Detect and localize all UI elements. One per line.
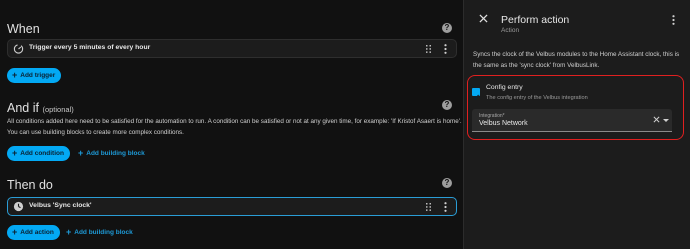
integration-select-label: Integration* xyxy=(479,113,505,119)
add-building-block-condition-button[interactable]: + Add building block xyxy=(78,146,145,161)
more-vert-icon[interactable] xyxy=(444,202,447,212)
thendo-help-icon[interactable]: ? xyxy=(442,178,452,188)
trigger-label: Trigger every 5 minutes of every hour xyxy=(29,44,151,51)
andif-help-icon[interactable]: ? xyxy=(442,100,452,110)
panel-title: Perform action xyxy=(501,14,570,26)
more-vert-icon[interactable] xyxy=(672,15,675,25)
timer-icon xyxy=(13,44,24,54)
add-action-button[interactable]: + Add action xyxy=(7,225,60,240)
trigger-card[interactable]: Trigger every 5 minutes of every hour xyxy=(7,39,457,58)
close-icon[interactable] xyxy=(479,14,488,23)
check-icon xyxy=(473,94,480,100)
plus-icon: + xyxy=(66,227,72,237)
config-entry-label: Config entry xyxy=(486,84,523,91)
plus-icon: + xyxy=(12,227,18,237)
automation-editor: When ? Trigger every 5 minutes of every … xyxy=(0,0,463,249)
action-label: Velbus 'Sync clock' xyxy=(29,202,92,209)
action-card[interactable]: Velbus 'Sync clock' xyxy=(7,197,457,216)
clear-icon[interactable] xyxy=(653,116,660,123)
add-condition-button[interactable]: + Add condition xyxy=(7,146,70,161)
panel-description: Syncs the clock of the Velbus modules to… xyxy=(473,51,680,69)
andif-heading: And if (optional) xyxy=(7,101,74,115)
when-heading: When xyxy=(7,22,40,36)
plus-icon: + xyxy=(12,70,18,80)
drag-handle-icon[interactable] xyxy=(426,45,432,53)
panel-subtitle: Action xyxy=(501,27,520,34)
conditions-description: All conditions added here need to be sat… xyxy=(7,118,462,136)
clock-icon xyxy=(13,201,24,212)
config-entry-checkbox[interactable] xyxy=(472,88,480,100)
add-trigger-button[interactable]: + Add trigger xyxy=(7,68,62,83)
plus-icon: + xyxy=(78,148,84,158)
when-help-icon[interactable]: ? xyxy=(442,23,452,33)
thendo-heading: Then do xyxy=(7,178,53,192)
add-building-block-action-button[interactable]: + Add building block xyxy=(66,225,133,240)
integration-select-value: Velbus Network xyxy=(479,120,528,127)
plus-icon: + xyxy=(12,148,18,158)
chevron-down-icon[interactable] xyxy=(663,119,669,122)
integration-select[interactable]: Integration* Velbus Network xyxy=(472,109,672,132)
drag-handle-icon[interactable] xyxy=(426,203,432,211)
config-entry-helper: The config entry of the Velbus integrati… xyxy=(486,95,588,101)
more-vert-icon[interactable] xyxy=(444,44,447,54)
